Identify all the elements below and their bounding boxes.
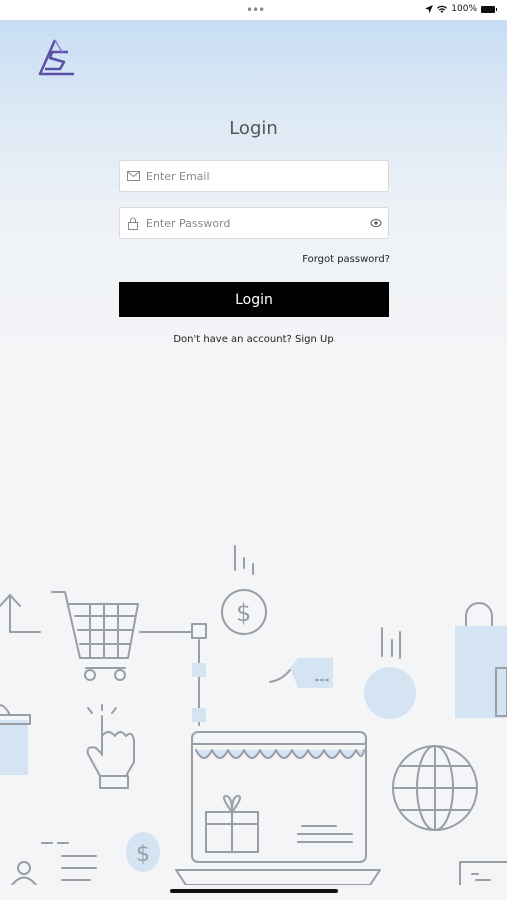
battery-icon (481, 5, 497, 13)
status-bar: ••• 100% (0, 0, 507, 20)
pointing-hand-graphic (86, 704, 135, 789)
shopping-cart-graphic (51, 591, 139, 681)
email-field[interactable] (119, 160, 389, 192)
lock-icon (126, 216, 140, 230)
signup-link[interactable]: Sign Up (295, 334, 334, 345)
dollar-badge-graphic: $ (126, 832, 160, 872)
battery-percent: 100% (451, 4, 477, 14)
dollar-coin-graphic: $ (221, 545, 267, 635)
ecommerce-illustration: $ $ (0, 545, 507, 885)
password-field[interactable] (119, 207, 389, 239)
signup-prompt-text: Don't have an account? (173, 334, 292, 345)
user-card-graphic (11, 842, 97, 885)
money-bag-graphic (364, 627, 416, 719)
storefront-laptop-graphic (175, 731, 381, 885)
globe-graphic (392, 745, 478, 831)
email-input[interactable] (146, 162, 388, 190)
home-indicator[interactable] (170, 889, 338, 893)
location-arrow-icon (425, 5, 434, 13)
shopping-bag-graphic (455, 602, 507, 718)
brand-logo (38, 39, 74, 76)
svg-text:$: $ (136, 842, 150, 867)
wifi-icon (437, 5, 448, 13)
price-tag-graphic (269, 658, 333, 688)
bottom-right-card-graphic (459, 861, 507, 885)
page-title: Login (229, 118, 278, 139)
multitask-dots[interactable]: ••• (246, 3, 265, 17)
signup-prompt: Don't have an account? Sign Up (0, 334, 507, 345)
mail-icon (126, 169, 140, 183)
eye-icon[interactable] (370, 217, 382, 229)
gift-box-graphic (0, 704, 31, 775)
status-indicators: 100% (425, 4, 497, 14)
up-arrow-graphic (0, 594, 41, 633)
forgot-password-link[interactable]: Forgot password? (302, 254, 390, 265)
login-button[interactable]: Login (119, 282, 389, 317)
password-input[interactable] (146, 209, 370, 237)
svg-text:$: $ (236, 599, 251, 627)
